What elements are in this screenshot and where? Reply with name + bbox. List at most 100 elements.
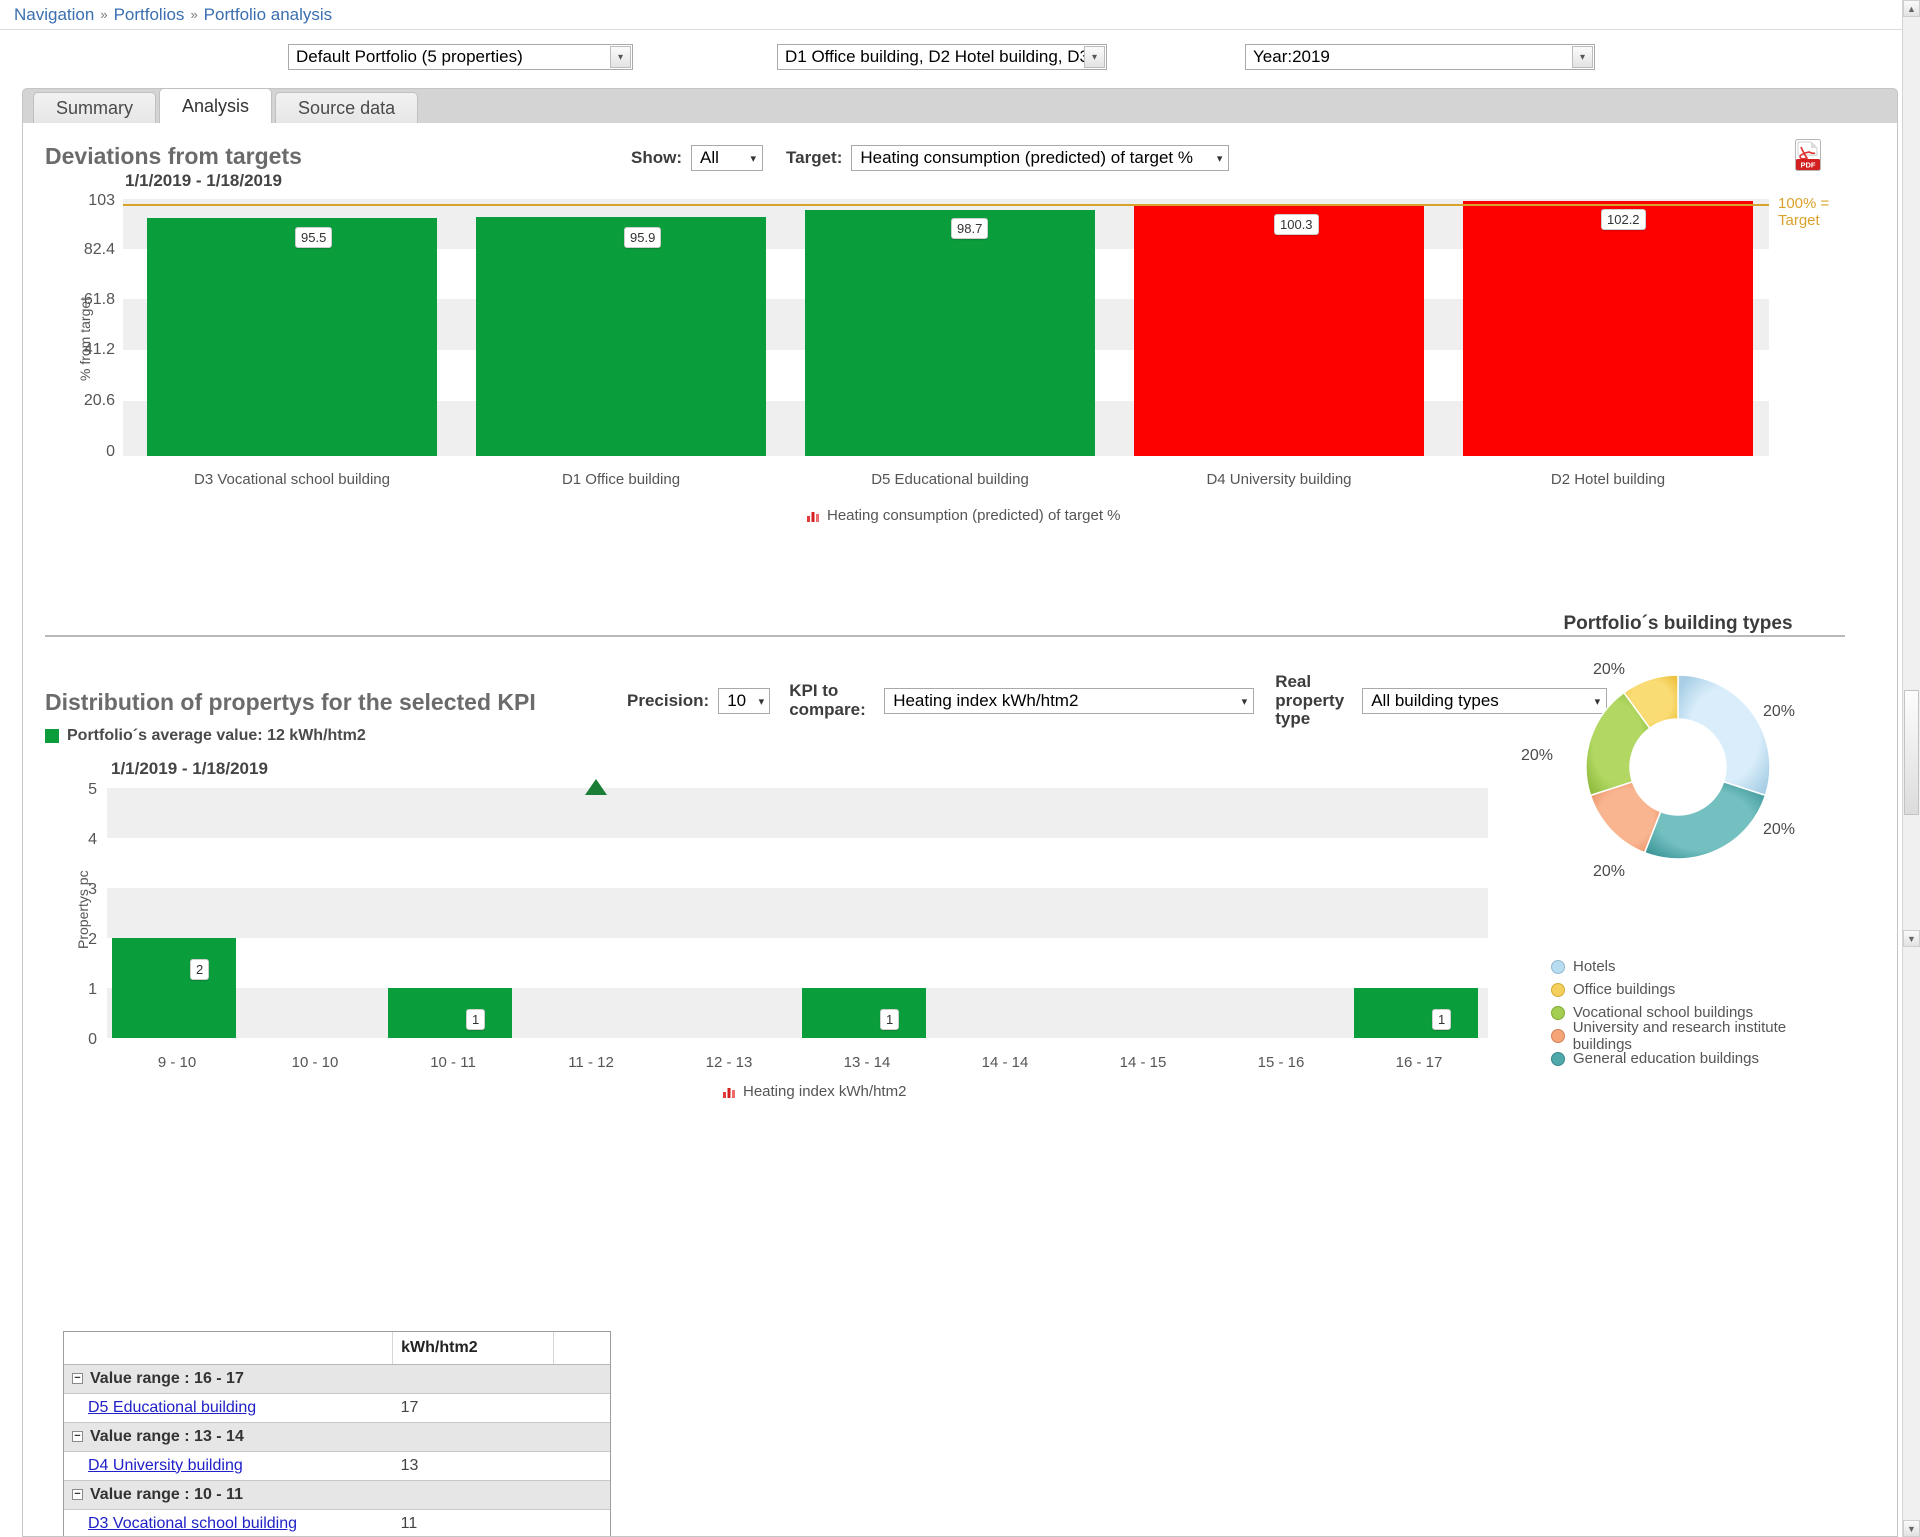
- tab-source-data[interactable]: Source data: [275, 92, 419, 124]
- property-link[interactable]: D5 Educational building: [88, 1399, 256, 1416]
- donut-value-label: 20%: [1763, 821, 1796, 838]
- donut-value-label: 20%: [1593, 661, 1626, 678]
- table-group-row[interactable]: − Value range : 13 - 14: [64, 1421, 610, 1452]
- chevron-down-icon[interactable]: ▾: [610, 46, 631, 68]
- collapse-icon[interactable]: −: [72, 1430, 83, 1442]
- chevron-down-icon[interactable]: ▾: [1572, 46, 1593, 68]
- target-line: [123, 204, 1769, 206]
- bar-chart-icon: [807, 509, 820, 522]
- table-row[interactable]: D3 Vocational school building 11: [64, 1509, 610, 1536]
- scroll-bottom-button[interactable]: ▼: [1903, 1520, 1920, 1537]
- legend-label: General education buildings: [1573, 1050, 1759, 1067]
- tab-strip: Summary Analysis Source data: [22, 88, 1898, 124]
- donut-slice-general-education[interactable]: [1643, 780, 1767, 860]
- average-swatch-icon: [45, 729, 59, 743]
- year-select[interactable]: Year:2019 ▾: [1245, 44, 1595, 70]
- chevron-down-icon[interactable]: ▾: [1242, 695, 1248, 708]
- x-tick: D2 Hotel building: [1550, 471, 1666, 488]
- collapse-icon[interactable]: −: [72, 1488, 83, 1500]
- bar-d5-educational[interactable]: [805, 210, 1095, 456]
- chevron-down-icon[interactable]: ▾: [750, 152, 756, 165]
- y-tick: 1: [88, 981, 97, 998]
- deviations-chart: 1/1/2019 - 1/18/2019 % from target 103 8…: [23, 171, 1863, 551]
- portfolio-average-legend: Portfolio´s average value: 12 kWh/htm2: [45, 727, 366, 745]
- scroll-up-button[interactable]: ▲: [1903, 0, 1920, 17]
- distribution-chart-date: 1/1/2019 - 1/18/2019: [111, 759, 268, 778]
- kpi-select[interactable]: Heating index kWh/htm2 ▾: [884, 688, 1255, 715]
- legend-swatch-icon: [1551, 982, 1565, 997]
- table-row[interactable]: D5 Educational building 17: [64, 1393, 610, 1422]
- svg-text:PDF: PDF: [1801, 161, 1816, 170]
- donut-legend-item-office[interactable]: Office buildings: [1551, 978, 1843, 1001]
- scrollbar-thumb[interactable]: [1904, 690, 1919, 815]
- bar-d1-office[interactable]: [476, 217, 766, 456]
- deviations-y-axis-label: % from target: [77, 296, 93, 381]
- property-link[interactable]: D3 Vocational school building: [88, 1515, 297, 1532]
- breadcrumb-item-portfolio-analysis[interactable]: Portfolio analysis: [204, 5, 333, 25]
- chevron-down-icon[interactable]: ▾: [1084, 46, 1105, 68]
- property-type-select-value: All building types: [1371, 691, 1499, 711]
- collapse-icon[interactable]: −: [72, 1372, 83, 1384]
- table-group-row[interactable]: − Value range : 10 - 11: [64, 1479, 610, 1510]
- tab-summary-label: Summary: [56, 98, 134, 118]
- donut-legend-item-university[interactable]: University and research institute buildi…: [1551, 1019, 1843, 1053]
- donut-value-label: 20%: [1593, 863, 1626, 880]
- donut-legend-item-hotels[interactable]: Hotels: [1551, 955, 1843, 978]
- donut-title: Portfolio´s building types: [1563, 613, 1793, 634]
- x-tick: 10 - 10: [291, 1054, 339, 1071]
- x-tick: D5 Educational building: [871, 471, 1029, 488]
- property-link[interactable]: D4 University building: [88, 1457, 243, 1474]
- y-tick: 61.8: [83, 291, 115, 308]
- bar-bin-9-10[interactable]: [112, 938, 236, 1038]
- bar-bin-16-17[interactable]: [1354, 988, 1478, 1038]
- group-label: Value range : 13 - 14: [90, 1427, 244, 1445]
- bar-d4-university[interactable]: [1134, 206, 1424, 456]
- buildings-select[interactable]: D1 Office building, D2 Hotel building, D…: [777, 44, 1107, 70]
- target-select[interactable]: Heating consumption (predicted) of targe…: [851, 145, 1230, 171]
- x-tick: 9 - 10: [157, 1054, 197, 1071]
- table-group-row[interactable]: − Value range : 16 - 17: [64, 1363, 610, 1394]
- bar-bin-10-11[interactable]: [388, 988, 512, 1038]
- column-header-name[interactable]: [64, 1332, 394, 1365]
- table-header-row: kWh/htm2: [64, 1332, 610, 1365]
- deviations-title: Deviations from targets: [45, 143, 302, 169]
- show-label: Show:: [631, 148, 682, 167]
- column-header-value[interactable]: kWh/htm2: [392, 1332, 554, 1365]
- breadcrumb-item-portfolios[interactable]: Portfolios: [114, 5, 185, 25]
- scroll-down-button[interactable]: ▼: [1903, 930, 1920, 947]
- analysis-panel: Deviations from targets Show: All ▾ Targ…: [22, 123, 1898, 1537]
- year-select-value: Year:2019: [1253, 47, 1330, 66]
- distribution-chart-legend: Heating index kWh/htm2: [723, 1083, 906, 1100]
- tab-analysis[interactable]: Analysis: [159, 88, 273, 124]
- donut-slice-hotels[interactable]: [1677, 674, 1771, 797]
- legend-swatch-icon: [1551, 959, 1565, 974]
- property-value: 11: [400, 1514, 418, 1532]
- show-select[interactable]: All ▾: [691, 145, 763, 171]
- bar-d2-hotel[interactable]: [1463, 201, 1753, 456]
- bar-bin-13-14[interactable]: [802, 988, 926, 1038]
- x-tick: 12 - 13: [705, 1054, 753, 1071]
- x-tick: D3 Vocational school building: [194, 471, 390, 488]
- tab-summary[interactable]: Summary: [33, 92, 157, 124]
- donut-legend: Hotels Office buildings Vocational schoo…: [1551, 955, 1843, 1070]
- portfolio-select[interactable]: Default Portfolio (5 properties) ▾: [288, 44, 633, 70]
- pdf-export-icon[interactable]: PDF: [1795, 139, 1821, 171]
- deviations-chart-legend: Heating consumption (predicted) of targe…: [807, 507, 1121, 524]
- precision-select[interactable]: 10 ▾: [718, 688, 771, 715]
- chevron-down-icon[interactable]: ▾: [759, 695, 765, 708]
- building-types-donut: Portfolio´s building types 20% 20% 20% 2…: [1513, 613, 1843, 1067]
- bar-d3-vocational[interactable]: [147, 218, 437, 456]
- y-tick: 0: [88, 1031, 97, 1048]
- x-tick: 11 - 12: [568, 1054, 614, 1071]
- target-select-value: Heating consumption (predicted) of targe…: [860, 148, 1193, 167]
- distribution-plot-area: [107, 779, 1488, 1038]
- y-tick: 0: [106, 443, 115, 460]
- page-scrollbar[interactable]: ▲ ▼ ▼: [1902, 0, 1920, 1537]
- chevron-down-icon[interactable]: ▾: [1217, 152, 1223, 165]
- bar-value-label: 95.5: [295, 227, 333, 248]
- breadcrumb-item-navigation[interactable]: Navigation: [14, 5, 94, 25]
- group-label: Value range : 16 - 17: [90, 1369, 244, 1387]
- tab-analysis-label: Analysis: [182, 96, 250, 116]
- y-tick: 2: [88, 931, 97, 948]
- table-row[interactable]: D4 University building 13: [64, 1451, 610, 1480]
